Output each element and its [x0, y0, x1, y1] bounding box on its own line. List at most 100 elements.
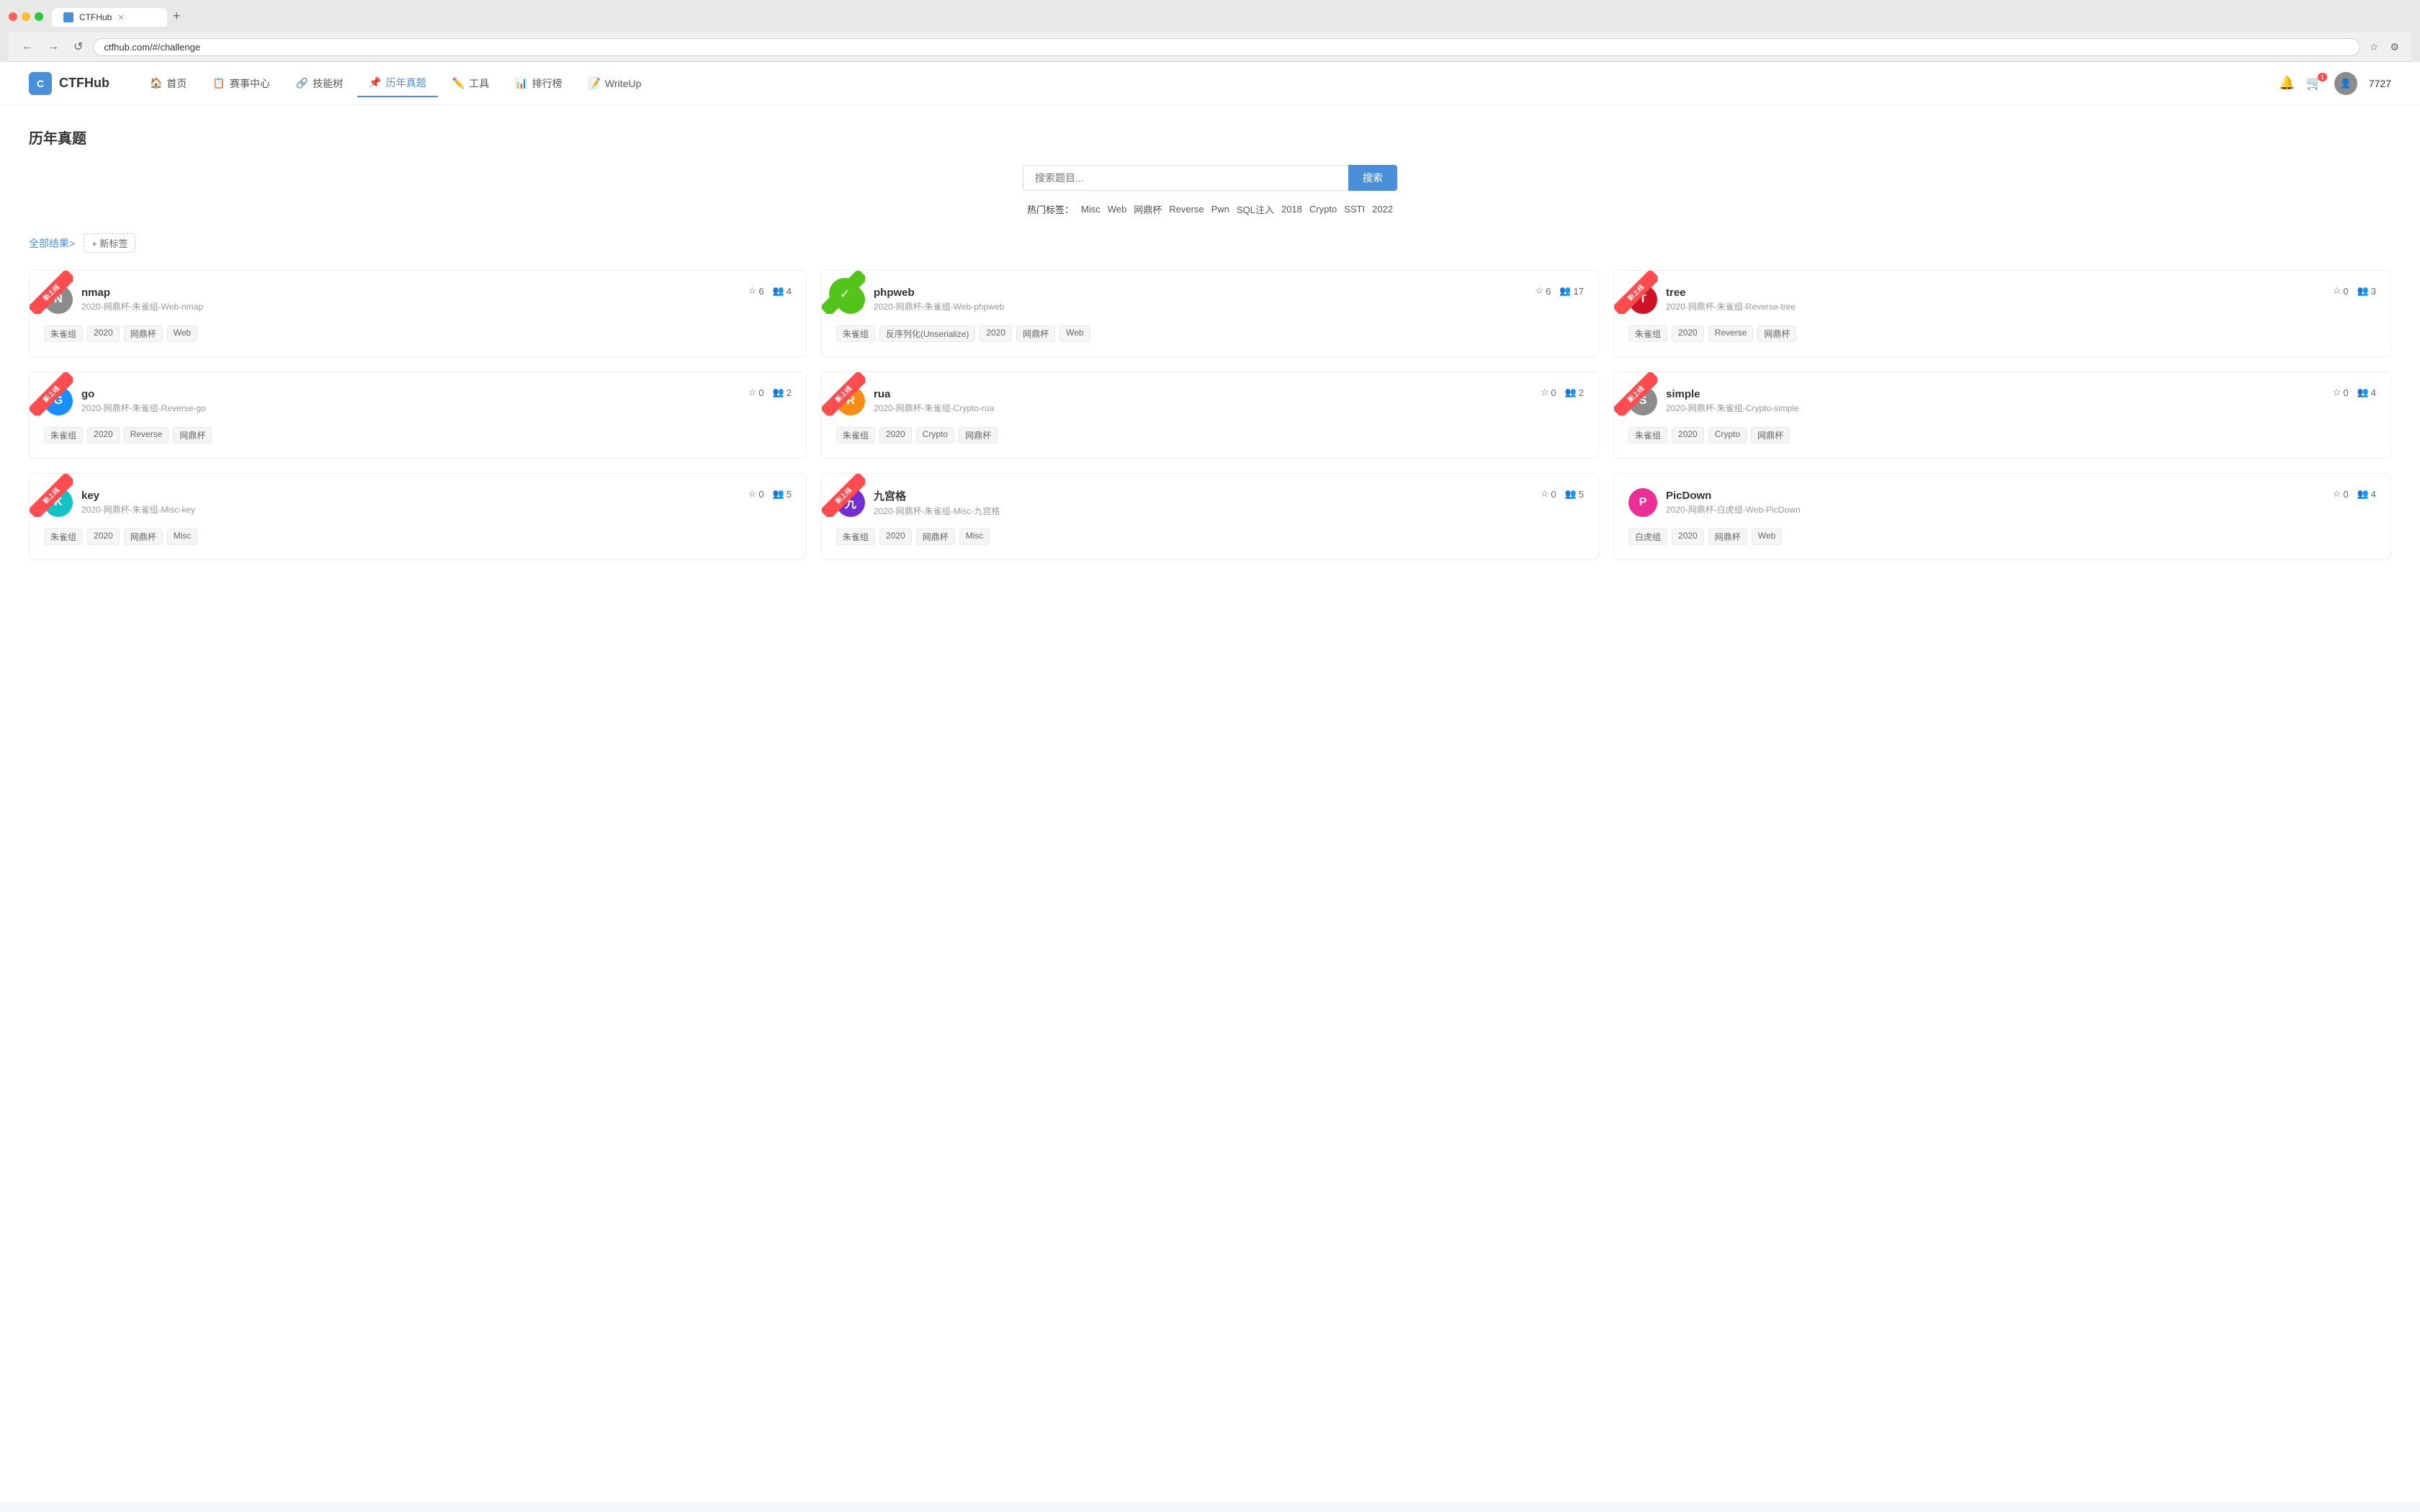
- tag-misc[interactable]: Misc: [1081, 204, 1101, 215]
- tag-web[interactable]: Web: [1108, 204, 1127, 215]
- extensions-button[interactable]: ⚙: [2386, 39, 2403, 55]
- tag-misc-8[interactable]: Misc: [959, 528, 990, 545]
- card-title-6: simple: [1666, 388, 1799, 400]
- card-info-2: phpweb 2020-网鼎杯-朱雀组-Web-phpweb: [874, 287, 1004, 312]
- tag-zhaque-2[interactable]: 朱雀组: [836, 325, 875, 342]
- contest-icon: 📋: [212, 77, 225, 89]
- nav-item-home[interactable]: 🏠 首页: [138, 70, 198, 97]
- tag-web-9[interactable]: Web: [1752, 528, 1782, 545]
- card-title-8: 九宫格: [874, 488, 1000, 503]
- card-stats-6: ☆ 0 👥 4: [2333, 387, 2376, 398]
- tag-reverse[interactable]: Reverse: [1169, 204, 1204, 215]
- tag-web-2[interactable]: Web: [1059, 325, 1090, 342]
- tag-2022[interactable]: 2022: [1372, 204, 1393, 215]
- tag-misc-7[interactable]: Misc: [167, 528, 198, 545]
- tag-2020-6[interactable]: 2020: [1672, 427, 1704, 444]
- tag-2020[interactable]: 2020: [87, 325, 120, 342]
- tag-crypto-6[interactable]: Crypto: [1708, 427, 1747, 444]
- card-simple[interactable]: 新上线 S simple 2020-网鼎杯-朱雀组-Crypto-simple …: [1613, 372, 2391, 459]
- minimize-button[interactable]: [22, 12, 30, 21]
- tag-2020-4[interactable]: 2020: [87, 427, 120, 444]
- card-avatar-9: P: [1628, 488, 1657, 517]
- tag-wangding-3[interactable]: 网鼎杯: [1757, 325, 1796, 342]
- tag-wangding-5[interactable]: 网鼎杯: [959, 427, 998, 444]
- tag-zhaque-7[interactable]: 朱雀组: [44, 528, 83, 545]
- app-container: C CTFHub 🏠 首页 📋 赛事中心 🔗 技能树 📌 历年真题 ✏️: [0, 62, 2420, 1502]
- tag-zhaque-5[interactable]: 朱雀组: [836, 427, 875, 444]
- tag-reverse-3[interactable]: Reverse: [1708, 325, 1754, 342]
- tag-wangding-7[interactable]: 网鼎杯: [124, 528, 163, 545]
- forward-button[interactable]: →: [43, 37, 63, 56]
- tag-wangding-4[interactable]: 网鼎杯: [173, 427, 212, 444]
- card-stats-8: ☆ 0 👥 5: [1541, 488, 1584, 500]
- logo[interactable]: C CTFHub: [29, 72, 109, 95]
- tag-wangding[interactable]: 网鼎杯: [1134, 202, 1162, 216]
- maximize-button[interactable]: [35, 12, 43, 21]
- back-button[interactable]: ←: [17, 37, 37, 56]
- nav-item-tools[interactable]: ✏️ 工具: [441, 70, 501, 97]
- add-tag-button[interactable]: + 新标签: [84, 233, 135, 253]
- card-phpweb[interactable]: 新上线 ✓ P phpweb 2020-网鼎杯-朱雀组-Web-phpweb ☆…: [821, 270, 1599, 357]
- tag-baihu-9[interactable]: 白虎组: [1628, 528, 1667, 545]
- users-1: 👥 4: [773, 285, 792, 297]
- challenges-icon: 📌: [369, 76, 381, 89]
- tag-2020-9[interactable]: 2020: [1672, 528, 1704, 545]
- card-nmap[interactable]: 新上线 N nmap 2020-网鼎杯-朱雀组-Web-nmap ☆ 6 👥 4: [29, 270, 807, 357]
- all-results-link[interactable]: 全部结果>: [29, 236, 75, 251]
- card-picdown[interactable]: P PicDown 2020-网鼎杯-白虎组-Web-PicDown ☆ 0 👥…: [1613, 473, 2391, 560]
- ribbon-7: 新上线: [30, 474, 73, 517]
- tag-crypto-5[interactable]: Crypto: [916, 427, 954, 444]
- bell-button[interactable]: 🔔: [2279, 76, 2295, 91]
- nav-item-skill[interactable]: 🔗 技能树: [284, 70, 354, 97]
- tag-ssti[interactable]: SSTI: [1344, 204, 1365, 215]
- card-key[interactable]: 新上线 K key 2020-网鼎杯-朱雀组-Misc-key ☆ 0 👥 5: [29, 473, 807, 560]
- tag-sqli[interactable]: SQL注入: [1237, 202, 1274, 216]
- tag-wangding2[interactable]: 网鼎杯: [124, 325, 163, 342]
- tag-wangding-9[interactable]: 网鼎杯: [1708, 528, 1747, 545]
- card-title-2: phpweb: [874, 287, 1004, 299]
- card-jiugongge[interactable]: 新上线 九 九宫格 2020-网鼎杯-朱雀组-Misc-九宫格 ☆ 0 👥 5: [821, 473, 1599, 560]
- nav-item-ranking[interactable]: 📊 排行榜: [503, 70, 573, 97]
- bookmark-button[interactable]: ☆: [2366, 39, 2383, 55]
- tab-close-button[interactable]: ✕: [117, 13, 124, 22]
- tag-2020-8[interactable]: 2020: [879, 528, 912, 545]
- card-rua[interactable]: 新上线 R rua 2020-网鼎杯-朱雀组-Crypto-rua ☆ 0 👥 …: [821, 372, 1599, 459]
- tag-wangding-8[interactable]: 网鼎杯: [916, 528, 955, 545]
- search-input[interactable]: [1023, 165, 1348, 191]
- ribbon-4: 新上线: [30, 372, 73, 415]
- stars-5: ☆ 0: [1541, 387, 1556, 398]
- user-avatar[interactable]: 👤: [2334, 72, 2357, 95]
- tag-unserialize[interactable]: 反序列化(Unserialize): [879, 325, 975, 342]
- tag-zhaque-3[interactable]: 朱雀组: [1628, 325, 1667, 342]
- card-go[interactable]: 新上线 G go 2020-网鼎杯-朱雀组-Reverse-go ☆ 0 👥 2: [29, 372, 807, 459]
- tag-2018[interactable]: 2018: [1281, 204, 1302, 215]
- new-tab-button[interactable]: +: [167, 6, 187, 27]
- close-button[interactable]: [9, 12, 17, 21]
- tag-pwn[interactable]: Pwn: [1211, 204, 1229, 215]
- tag-web2[interactable]: Web: [167, 325, 197, 342]
- tag-wangding-6[interactable]: 网鼎杯: [1751, 427, 1790, 444]
- nav-item-writeup[interactable]: 📝 WriteUp: [577, 70, 653, 97]
- browser-tab[interactable]: CTFHub ✕: [52, 8, 167, 27]
- stars-8: ☆ 0: [1541, 488, 1556, 500]
- nav-item-challenges[interactable]: 📌 历年真题: [357, 70, 437, 97]
- tag-2020-7[interactable]: 2020: [87, 528, 120, 545]
- tag-zhaque-6[interactable]: 朱雀组: [1628, 427, 1667, 444]
- tag-2020-2[interactable]: 2020: [980, 325, 1012, 342]
- tab-title: CTFHub: [79, 12, 112, 22]
- address-bar[interactable]: ctfhub.com/#/challenge: [93, 38, 2360, 56]
- reload-button[interactable]: ↺: [69, 37, 87, 57]
- tag-zhaque-4[interactable]: 朱雀组: [44, 427, 83, 444]
- tag-wangding-2[interactable]: 网鼎杯: [1016, 325, 1055, 342]
- tag-zhaque-8[interactable]: 朱雀组: [836, 528, 875, 545]
- tag-2020-3[interactable]: 2020: [1672, 325, 1704, 342]
- tag-2020-5[interactable]: 2020: [879, 427, 912, 444]
- cart-button[interactable]: 🛒 1: [2306, 76, 2322, 91]
- search-button[interactable]: 搜索: [1348, 165, 1397, 191]
- tag-crypto[interactable]: Crypto: [1309, 204, 1337, 215]
- card-tree[interactable]: 新上线 T tree 2020-网鼎杯-朱雀组-Reverse-tree ☆ 0…: [1613, 270, 2391, 357]
- nav-item-contest[interactable]: 📋 赛事中心: [201, 70, 281, 97]
- nav-label-tools: 工具: [469, 76, 489, 91]
- tag-reverse-4[interactable]: Reverse: [124, 427, 169, 444]
- tag-zhaque[interactable]: 朱雀组: [44, 325, 83, 342]
